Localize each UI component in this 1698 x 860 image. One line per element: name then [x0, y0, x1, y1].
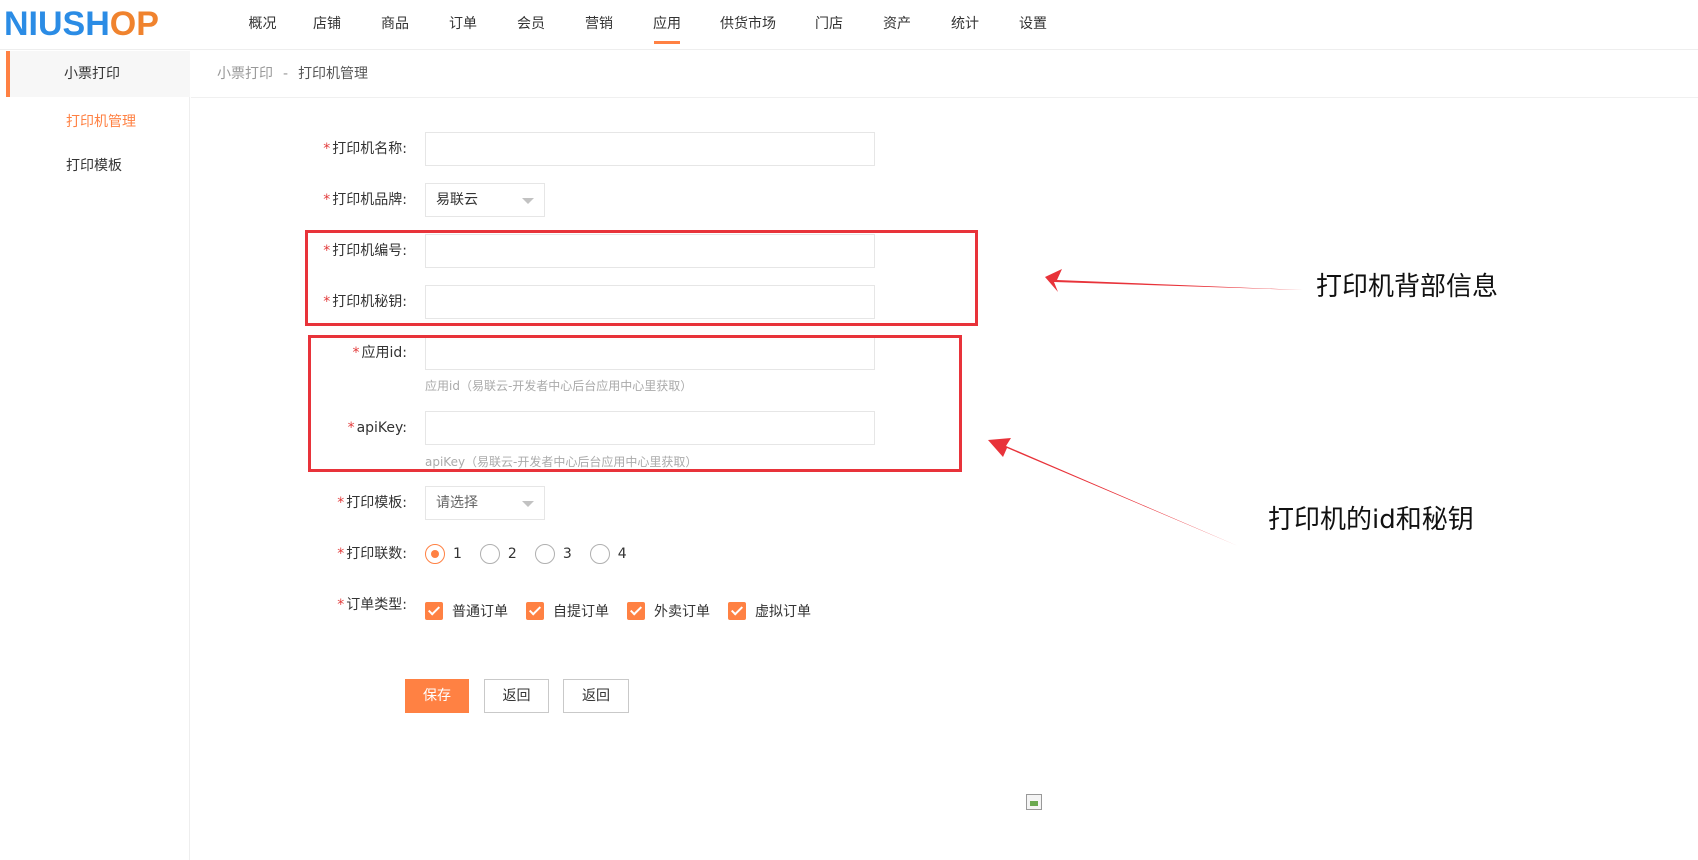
annotation-printer-id-secret: 打印机的id和秘钥	[1268, 505, 1474, 535]
annotation-printer-back-info: 打印机背部信息	[1316, 272, 1499, 302]
broken-image-icon	[1026, 794, 1042, 810]
annotation-arrow-printer-back-info	[1045, 269, 1303, 292]
annotation-arrows	[988, 269, 1303, 546]
annotation-arrow-printer-id-secret	[988, 438, 1238, 546]
